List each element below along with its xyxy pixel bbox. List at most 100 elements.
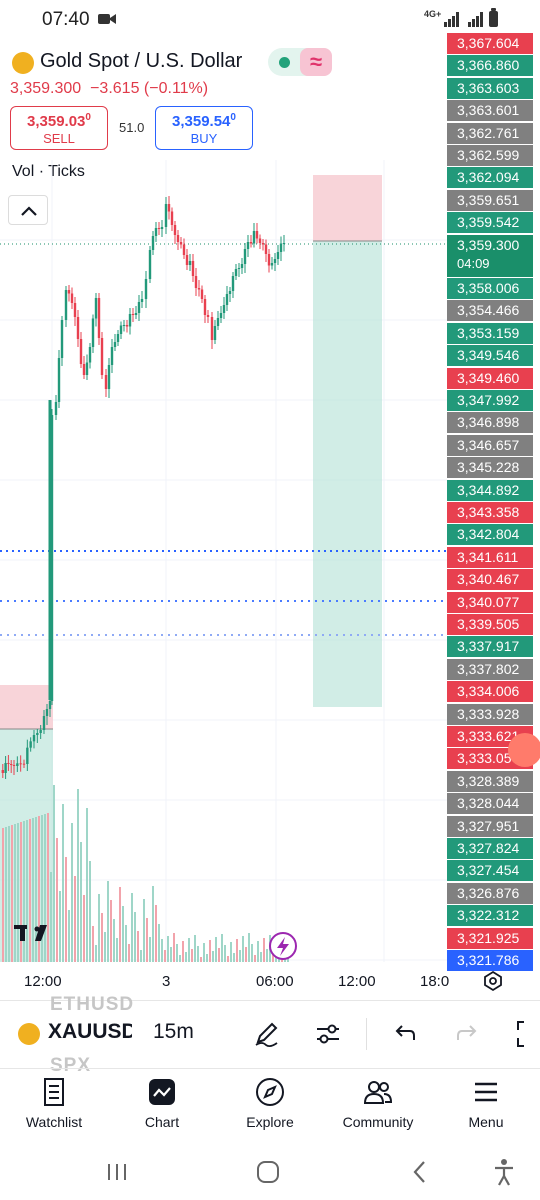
volume-bar xyxy=(230,942,232,962)
drawing-tools-pencil-icon[interactable] xyxy=(250,1018,282,1050)
candle-body xyxy=(79,339,83,364)
volume-bar xyxy=(119,887,121,962)
price-scale-label: 3,337.917 xyxy=(447,636,533,658)
price-scale-label: 3,327.454 xyxy=(447,860,533,882)
volume-bar xyxy=(14,824,16,962)
price-scale-value: 3,322.312 xyxy=(457,907,520,924)
volume-bar xyxy=(152,886,154,962)
volume-bar xyxy=(209,940,211,962)
volume-bar xyxy=(242,936,244,962)
indicators-settings-icon[interactable] xyxy=(312,1018,344,1050)
volume-bar xyxy=(104,932,106,962)
volume-bar xyxy=(80,842,82,962)
time-axis-label: 06:00 xyxy=(256,973,294,990)
home-icon[interactable] xyxy=(256,1160,280,1184)
nav-chart[interactable]: Chart xyxy=(112,1076,212,1130)
volume-bar xyxy=(59,891,61,962)
candle-body xyxy=(45,709,49,716)
candle-body xyxy=(148,250,152,279)
volume-bar xyxy=(254,955,256,962)
candle-body xyxy=(191,261,195,276)
volume-bar xyxy=(29,819,31,962)
volume-bar xyxy=(191,949,193,962)
candle-body xyxy=(128,314,132,327)
redo-icon[interactable] xyxy=(452,1018,484,1050)
candle-body xyxy=(119,325,123,334)
signal-strength-2-icon xyxy=(468,12,483,27)
candle-body xyxy=(4,763,7,773)
nav-watchlist-label: Watchlist xyxy=(25,1114,83,1130)
undo-icon[interactable] xyxy=(388,1018,420,1050)
price-scale-value: 3,344.892 xyxy=(457,481,520,498)
price-scale-label: 3,349.546 xyxy=(447,345,533,367)
volume-bar xyxy=(95,945,97,962)
volume-bar xyxy=(251,944,253,962)
price-scale-label: 3,349.460 xyxy=(447,367,533,389)
system-navigation-bar xyxy=(0,1144,540,1200)
recent-apps-icon[interactable] xyxy=(106,1162,128,1182)
time-axis-label: 12:00 xyxy=(338,973,376,990)
interval-selector[interactable]: 15m xyxy=(153,1020,194,1044)
price-chart[interactable] xyxy=(0,0,447,962)
volume-bar xyxy=(245,947,247,962)
volume-bar xyxy=(221,934,223,962)
volume-bar xyxy=(185,952,187,962)
candle-body xyxy=(70,293,74,303)
candle-body xyxy=(170,211,174,225)
nav-community[interactable]: Community xyxy=(328,1076,428,1130)
nav-explore[interactable]: Explore xyxy=(220,1076,320,1130)
nav-explore-label: Explore xyxy=(246,1114,294,1130)
price-scale-label: 3,322.312 xyxy=(447,905,533,927)
price-scale-value: 3,341.611 xyxy=(457,548,519,565)
price-scale-label: 3,328.044 xyxy=(447,793,533,815)
screen-record-icon[interactable] xyxy=(508,733,540,767)
volume-bar xyxy=(188,938,190,962)
volume-bar xyxy=(203,943,205,962)
accessibility-icon[interactable] xyxy=(492,1158,516,1186)
price-scale-value: 3,354.466 xyxy=(457,302,520,319)
symbol-selector[interactable]: XAUUSD xyxy=(48,1020,132,1044)
candle-body xyxy=(273,259,277,263)
price-scale-value: 3,359.542 xyxy=(457,214,520,231)
price-scale-value: 3,362.761 xyxy=(457,124,520,141)
candle-body xyxy=(42,716,46,730)
price-scale-value: 3,326.876 xyxy=(457,884,520,901)
price-scale-value: 3,327.951 xyxy=(457,817,520,834)
fullscreen-icon[interactable] xyxy=(514,1018,540,1050)
volume-bar xyxy=(212,951,214,962)
candle-body xyxy=(16,763,19,766)
price-scale-label: 3,345.228 xyxy=(447,457,533,479)
price-scale-label: 3,339.505 xyxy=(447,614,533,635)
back-icon[interactable] xyxy=(410,1160,430,1184)
price-scale-value: 3,346.898 xyxy=(457,414,520,431)
price-scale-value: 3,333.05 xyxy=(457,750,512,767)
axis-settings-icon[interactable] xyxy=(481,969,505,993)
candle-body xyxy=(22,763,26,765)
candle-body xyxy=(282,243,286,244)
volume-bar xyxy=(179,955,181,962)
candle-body xyxy=(122,325,126,326)
candle-body xyxy=(203,299,207,315)
volume-bar xyxy=(215,937,217,962)
candle-body xyxy=(91,318,95,347)
candle-body xyxy=(157,228,161,229)
candle-body xyxy=(185,255,189,265)
candle-body xyxy=(219,313,223,318)
volume-bar xyxy=(260,952,262,962)
candle-body xyxy=(194,276,198,288)
position-target-zone[interactable] xyxy=(313,241,382,707)
candle-body xyxy=(57,358,61,402)
candle-body xyxy=(134,313,138,315)
price-scale-value: 3,363.603 xyxy=(457,79,520,96)
candle-body xyxy=(243,249,247,264)
position-stop-zone[interactable] xyxy=(313,175,382,241)
candle-body xyxy=(228,291,232,294)
nav-menu[interactable]: Menu xyxy=(436,1076,536,1130)
volume-bar xyxy=(62,804,64,962)
nav-watchlist[interactable]: Watchlist xyxy=(4,1076,104,1130)
candle-body xyxy=(36,733,39,735)
volume-bar xyxy=(146,918,148,962)
volume-bar xyxy=(56,838,58,962)
price-scale-label: 3,327.951 xyxy=(447,815,533,837)
bar-countdown: 04:09 xyxy=(457,255,490,271)
